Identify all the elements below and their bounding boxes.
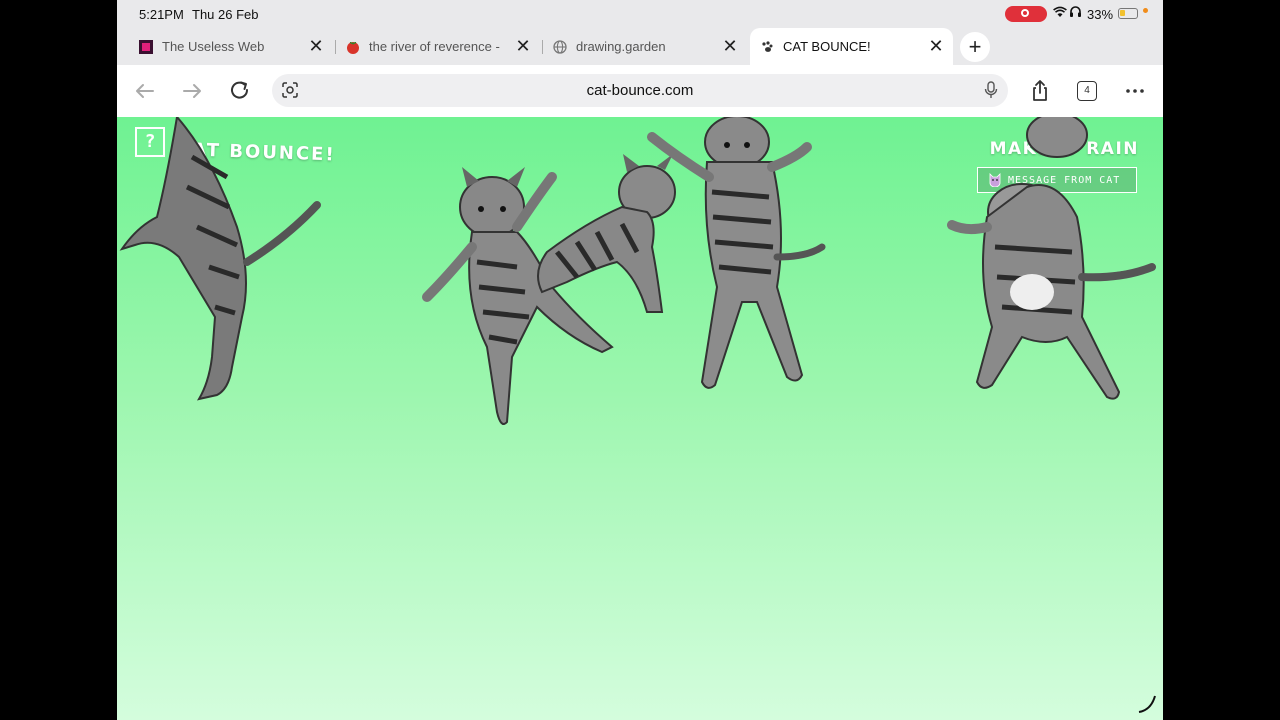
tab-divider	[335, 40, 336, 54]
tab-label: CAT BOUNCE!	[783, 39, 871, 54]
status-date: Thu 26 Feb	[192, 7, 259, 22]
new-tab-button[interactable]: +	[960, 32, 990, 62]
url-text: cat-bounce.com	[586, 82, 694, 99]
forward-button[interactable]	[178, 77, 206, 105]
bouncing-cat-image	[119, 117, 321, 401]
close-tab-icon[interactable]: ✕	[307, 37, 325, 55]
ipad-screen: 5:21PM Thu 26 Feb 33% The Useless Web ✕ …	[117, 0, 1163, 720]
more-menu-button[interactable]	[1121, 77, 1149, 105]
bouncing-cat-image	[947, 117, 1156, 400]
wifi-icon	[1053, 6, 1067, 21]
tab-label: the river of reverence -	[369, 39, 500, 54]
battery-level	[1120, 10, 1125, 16]
battery-icon	[1118, 8, 1138, 19]
share-button[interactable]	[1026, 77, 1054, 105]
close-tab-icon[interactable]: ✕	[721, 37, 739, 55]
tab-label: The Useless Web	[162, 39, 265, 54]
resize-handle-icon	[1138, 695, 1156, 713]
close-tab-icon[interactable]: ✕	[927, 37, 945, 55]
bouncing-cat-image	[647, 117, 826, 389]
back-button[interactable]	[131, 77, 159, 105]
tomato-favicon	[346, 40, 360, 54]
tab-cat-bounce[interactable]: CAT BOUNCE! ✕	[750, 28, 953, 65]
tab-river-of-reverence[interactable]: the river of reverence - ✕	[346, 28, 532, 65]
tab-bar: The Useless Web ✕ the river of reverence…	[117, 28, 1163, 65]
tab-drawing-garden[interactable]: drawing.garden ✕	[553, 28, 739, 65]
browser-toolbar: cat-bounce.com 4	[117, 65, 1163, 117]
reload-button[interactable]	[226, 77, 254, 105]
tab-label: drawing.garden	[576, 39, 666, 54]
paw-favicon	[760, 40, 774, 54]
globe-favicon	[553, 39, 567, 54]
status-bar: 5:21PM Thu 26 Feb 33%	[117, 0, 1163, 28]
microphone-icon[interactable]	[982, 80, 1000, 100]
address-bar[interactable]: cat-bounce.com	[272, 74, 1008, 107]
useless-web-favicon	[139, 39, 153, 54]
headphones-icon	[1069, 5, 1082, 21]
tab-useless-web[interactable]: The Useless Web ✕	[139, 28, 325, 65]
battery-percent: 33%	[1087, 7, 1114, 22]
tab-switcher-button[interactable]: 4	[1077, 81, 1097, 101]
status-time: 5:21PM	[139, 7, 184, 22]
charging-dot-icon	[1143, 8, 1148, 13]
cat-bounce-page: ? CAT BOUNCE! MAKE IT RAIN MESSAGE FROM …	[117, 117, 1163, 720]
screen-record-icon	[1005, 6, 1047, 22]
tab-divider	[542, 40, 543, 54]
close-tab-icon[interactable]: ✕	[514, 37, 532, 55]
